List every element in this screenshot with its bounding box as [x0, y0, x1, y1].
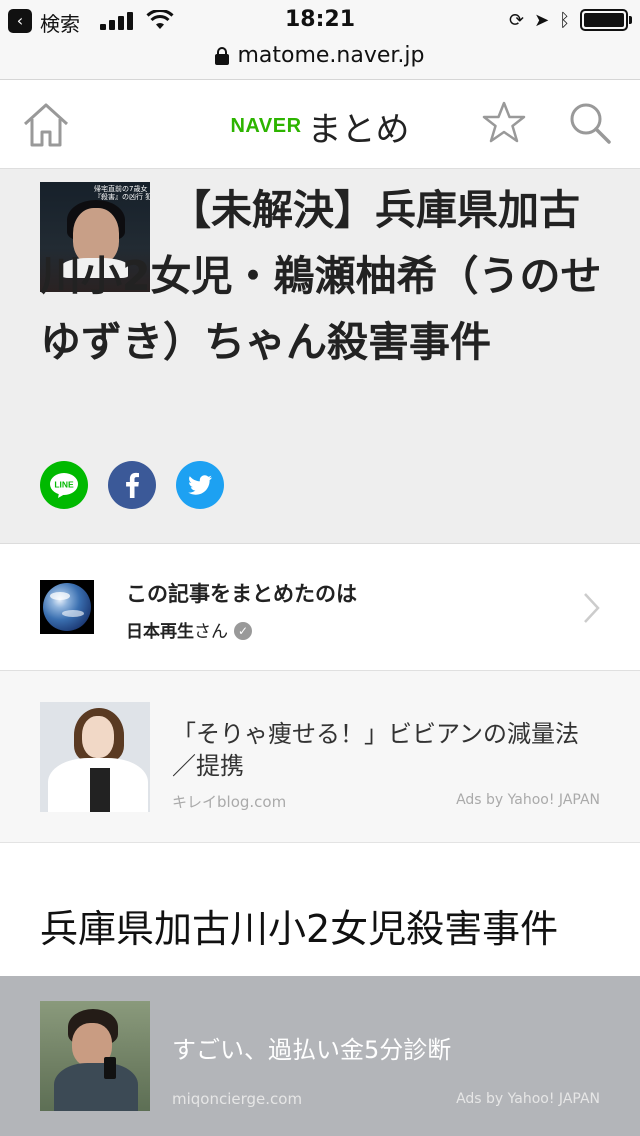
curator-label: この記事をまとめたのは: [126, 582, 357, 606]
ad-title-1[interactable]: 「そりゃ痩せる！」ビビアンの減量法／提携: [172, 718, 602, 782]
location-icon: ➤: [534, 9, 550, 31]
twitter-icon: [188, 475, 212, 495]
line-icon: LINE: [50, 473, 78, 498]
naver-matome-logo[interactable]: NAVER まとめ: [0, 102, 640, 151]
article-header: 帰宅直前の7歳女 『殺害』の凶行 犯人 【未解決】兵庫県加古川小2女児・鵜瀬柚希…: [0, 169, 640, 544]
share-line-button[interactable]: LINE: [40, 461, 88, 509]
ad-banner-2[interactable]: すごい、過払い金5分診断 miqoncierge.com Ads by Yaho…: [0, 976, 640, 1136]
svg-text:LINE: LINE: [54, 480, 74, 490]
url-text[interactable]: matome.naver.jp: [237, 43, 424, 68]
ad-banner-1[interactable]: 「そりゃ痩せる！」ビビアンの減量法／提携 キレイblog.com Ads by …: [0, 671, 640, 843]
chevron-right-icon: [584, 593, 600, 623]
verified-check-icon: ✓: [234, 622, 252, 640]
ad-provider-1: Ads by Yahoo! JAPAN: [456, 792, 600, 808]
battery-icon: [580, 9, 632, 31]
ad-image-1: [40, 702, 150, 812]
curator-honorific: さん: [194, 622, 228, 642]
curator-row[interactable]: この記事をまとめたのは 日本再生さん ✓: [0, 544, 640, 671]
section-heading-block: 兵庫県加古川小2女児殺害事件: [0, 843, 640, 976]
share-twitter-button[interactable]: [176, 461, 224, 509]
ad-source-2: miqoncierge.com: [172, 1090, 303, 1108]
logo-naver: NAVER: [230, 115, 302, 137]
ad-source-1: キレイblog.com: [172, 793, 287, 811]
curator-name: 日本再生: [126, 622, 194, 642]
share-facebook-button[interactable]: [108, 461, 156, 509]
address-bar[interactable]: matome.naver.jp: [0, 40, 640, 80]
favorite-star-icon[interactable]: [481, 100, 527, 144]
rotation-lock-icon: ⟳: [509, 9, 525, 31]
bluetooth-icon: ᛒ: [559, 9, 570, 31]
ad-image-2: [40, 1001, 150, 1111]
facebook-icon: [126, 472, 139, 498]
section-heading: 兵庫県加古川小2女児殺害事件: [40, 907, 559, 951]
curator-avatar: [40, 580, 94, 634]
status-bar: ‹ 検索 18:21 ⟳ ➤ ᛒ: [0, 0, 640, 40]
ad-provider-2: Ads by Yahoo! JAPAN: [456, 1091, 600, 1107]
lock-icon: [215, 46, 230, 65]
curator-name-line: 日本再生さん ✓: [126, 617, 252, 642]
logo-matome: まとめ: [307, 110, 410, 150]
article-title: 【未解決】兵庫県加古川小2女児・鵜瀬柚希（うのせ ゆずき）ちゃん殺害事件: [40, 186, 602, 366]
ad-title-2[interactable]: すごい、過払い金5分診断: [172, 1034, 602, 1066]
app-header: NAVER まとめ: [0, 80, 640, 169]
search-icon[interactable]: [568, 101, 612, 145]
